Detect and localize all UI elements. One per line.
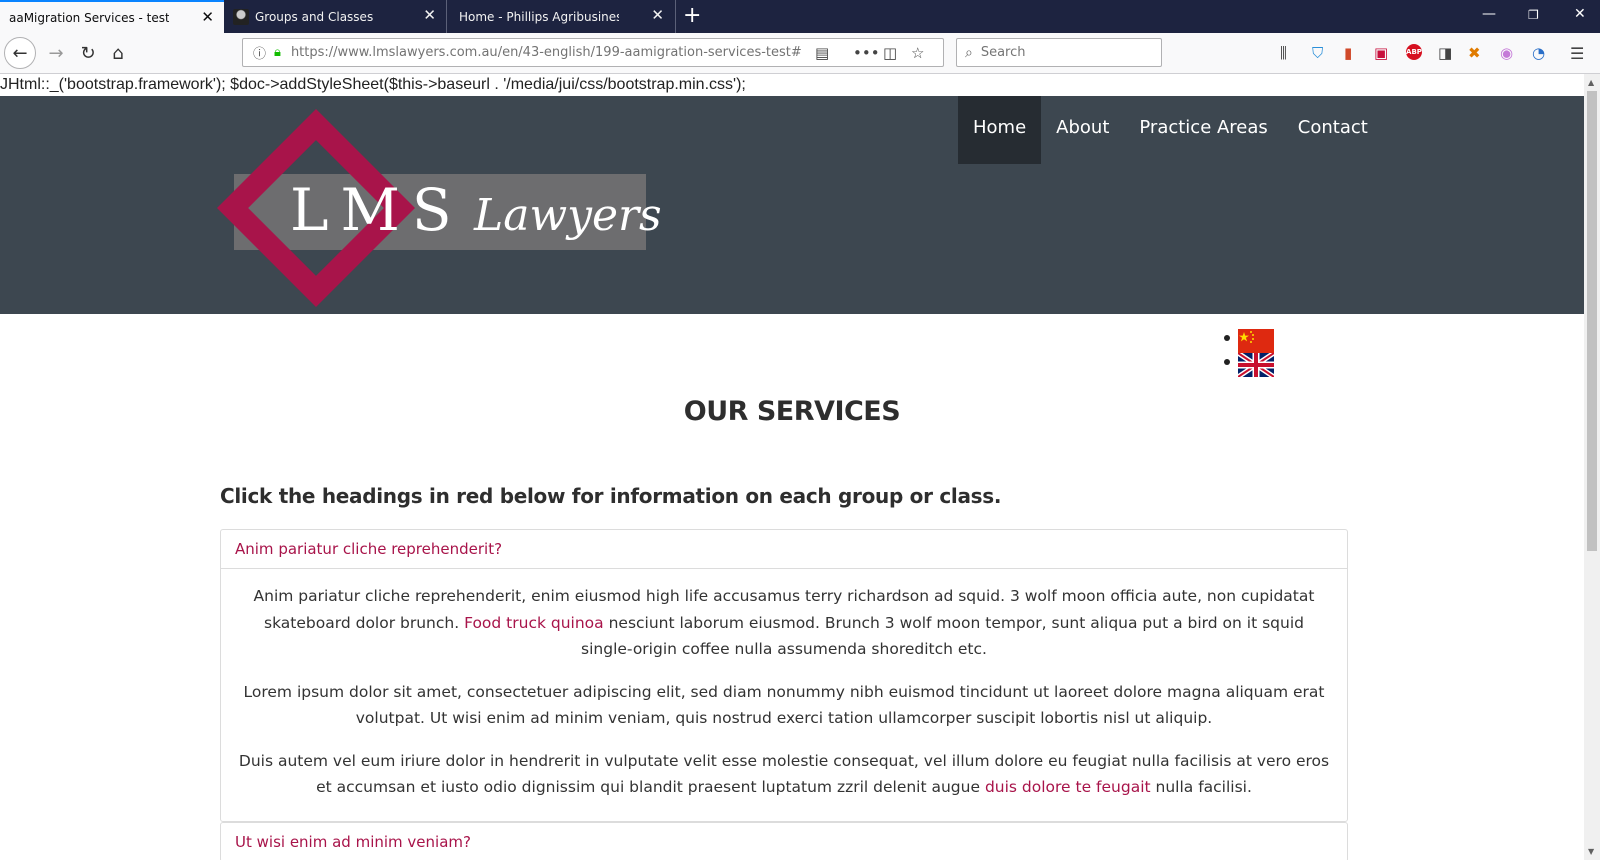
tab-phillips-agribusiness[interactable]: Home - Phillips Agribusiness ✕: [450, 0, 674, 33]
url-host: https://www.lmslawyers.com.au: [290, 45, 498, 60]
forward-button[interactable]: →: [40, 37, 72, 69]
reload-icon: ↻: [80, 42, 96, 64]
page-scrollbar[interactable]: ▲ ▼: [1584, 74, 1600, 860]
reader-view-icon[interactable]: ▤: [815, 44, 829, 62]
tab-lms-migration[interactable]: aaMigration Services - test - LMS La ✕: [0, 0, 224, 33]
paragraph: Lorem ipsum dolor sit amet, consectetuer…: [243, 682, 1325, 728]
page-subtitle: Click the headings in red below for info…: [220, 484, 1002, 508]
main-menu: Home About Practice Areas Contact: [958, 96, 1383, 164]
arrow-left-icon: ←: [12, 42, 28, 64]
scroll-up-icon[interactable]: ▲: [1588, 78, 1594, 87]
tab-strip: aaMigration Services - test - LMS La ✕ G…: [0, 0, 1600, 33]
more-actions-icon[interactable]: •••: [853, 44, 880, 62]
url-path: /en/43-english/199-aamigration-services-…: [497, 45, 801, 60]
paragraph-text: nulla facilisi.: [1150, 778, 1252, 796]
logo-lawyers-text: Lawyers: [474, 190, 662, 241]
accordion-panel: Anim pariatur cliche reprehenderit? Anim…: [220, 529, 1348, 822]
home-icon: ⌂: [112, 42, 124, 64]
color-picker-icon[interactable]: ◉: [1500, 44, 1513, 62]
lock-icon[interactable]: 🔒︎: [274, 45, 281, 60]
pocket-icon[interactable]: ◫: [883, 44, 897, 62]
tab-groups-classes[interactable]: Groups and Classes ✕: [224, 0, 446, 33]
url-text[interactable]: https://www.lmslawyers.com.au/en/43-engl…: [291, 45, 801, 60]
bullet: [1224, 335, 1230, 341]
accordion-body: Anim pariatur cliche reprehenderit, enim…: [221, 568, 1347, 821]
tools-icon[interactable]: ✖: [1468, 44, 1481, 62]
duis-dolore-link[interactable]: duis dolore te feugait: [985, 778, 1151, 796]
chinese-flag-icon[interactable]: [1238, 329, 1274, 353]
accordion-heading[interactable]: Anim pariatur cliche reprehenderit?: [221, 530, 1347, 568]
bookmark-star-icon[interactable]: ☆: [911, 44, 924, 62]
navigation-toolbar: ← → ↻ ⌂ ⓘ 🔒︎ https://www.lmslawyers.com.…: [0, 33, 1600, 74]
web-page: JHtml::_('bootstrap.framework'); $doc->a…: [0, 74, 1584, 860]
shield-icon[interactable]: ⛉: [1312, 44, 1323, 62]
hamburger-menu-icon[interactable]: ☰: [1570, 44, 1584, 63]
site-header: LMS Lawyers Home About Practice Areas Co…: [0, 96, 1584, 314]
close-icon[interactable]: ✕: [423, 7, 436, 23]
search-box[interactable]: ⌕: [956, 38, 1162, 67]
info-icon[interactable]: ⓘ: [253, 43, 266, 62]
scrollbar-thumb[interactable]: [1587, 91, 1597, 551]
sidebar-icon[interactable]: ◨: [1438, 44, 1452, 62]
tab-divider: [675, 0, 676, 33]
search-input[interactable]: [978, 44, 1143, 61]
restore-icon[interactable]: ❐: [1528, 8, 1539, 22]
accordion-panel: Ut wisi enim ad minim veniam?: [220, 822, 1348, 860]
tab-title: Home - Phillips Agribusiness: [459, 9, 619, 24]
back-button[interactable]: ←: [4, 37, 36, 69]
screenshot-icon[interactable]: ▣: [1374, 44, 1388, 62]
adblock-icon[interactable]: ABP: [1406, 44, 1422, 60]
tab-divider: [446, 0, 447, 33]
tab-title: aaMigration Services - test - LMS La: [9, 10, 169, 25]
uk-flag-icon[interactable]: [1236, 350, 1276, 380]
home-button[interactable]: ⌂: [102, 37, 134, 69]
search-icon: ⌕: [965, 44, 973, 61]
account-icon[interactable]: ◔: [1532, 44, 1545, 62]
tab-title: Groups and Classes: [255, 9, 374, 24]
close-icon[interactable]: ✕: [201, 9, 214, 25]
accordion-heading[interactable]: Ut wisi enim ad minim veniam?: [221, 823, 1347, 860]
paragraph-text: nesciunt laborum eiusmod. Brunch 3 wolf …: [581, 613, 1304, 659]
language-switcher: [1224, 329, 1276, 380]
address-bar[interactable]: ⓘ 🔒︎ https://www.lmslawyers.com.au/en/43…: [242, 38, 944, 67]
logo-lms-text: LMS: [290, 176, 464, 244]
language-english[interactable]: [1224, 350, 1276, 380]
site-logo[interactable]: LMS Lawyers: [217, 109, 662, 320]
paragraph: Duis autem vel eum iriure dolor in hendr…: [237, 748, 1331, 801]
php-code-text: JHtml::_('bootstrap.framework'); $doc->a…: [0, 76, 746, 93]
minimize-icon[interactable]: —: [1482, 6, 1496, 22]
menu-item-about[interactable]: About: [1041, 96, 1124, 164]
paragraph: Anim pariatur cliche reprehenderit, enim…: [237, 583, 1331, 663]
site-favicon-icon: [233, 8, 249, 25]
scroll-down-icon[interactable]: ▼: [1588, 847, 1594, 856]
menu-item-contact[interactable]: Contact: [1283, 96, 1383, 164]
arrow-right-icon: →: [48, 42, 64, 64]
page-title: OUR SERVICES: [683, 396, 901, 427]
bullet: [1224, 359, 1230, 365]
library-icon[interactable]: ⫼: [1280, 44, 1287, 62]
menu-item-home[interactable]: Home: [958, 96, 1042, 164]
reload-button[interactable]: ↻: [72, 37, 104, 69]
window-close-icon[interactable]: ✕: [1574, 6, 1586, 22]
close-icon[interactable]: ✕: [651, 7, 664, 23]
food-truck-link[interactable]: Food truck quinoa: [464, 614, 604, 632]
language-chinese[interactable]: [1224, 329, 1274, 353]
extension-bookmark-icon[interactable]: ▮: [1344, 44, 1352, 62]
new-tab-button[interactable]: +: [683, 4, 701, 28]
menu-item-practice-areas[interactable]: Practice Areas: [1124, 96, 1282, 164]
